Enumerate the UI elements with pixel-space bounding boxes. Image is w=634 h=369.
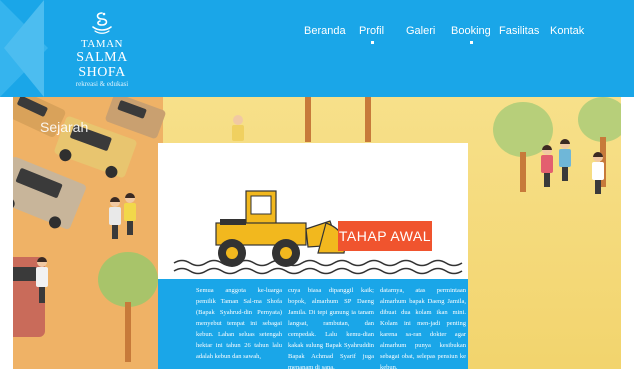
site-header: TAMAN SALMA SHOFA rekreasi & edukasi Ber… xyxy=(0,0,634,97)
section-title: Sejarah xyxy=(40,119,89,135)
swirl-logo-icon xyxy=(92,12,112,34)
history-card: TAHAP AWAL Semua anggota ke-luarga pemil… xyxy=(158,143,468,369)
tree-illustration xyxy=(348,97,388,147)
person-illustration xyxy=(591,152,605,197)
nav-item-beranda[interactable]: Beranda xyxy=(304,25,346,37)
nav-item-kontak[interactable]: Kontak xyxy=(550,25,584,37)
nav-item-fasilitas[interactable]: Fasilitas xyxy=(499,25,539,37)
text-column-1: Semua anggota ke-luarga pemilik Taman Sa… xyxy=(196,287,282,360)
person-illustration xyxy=(540,145,554,190)
tree-illustration xyxy=(98,252,158,362)
nav-label: Kontak xyxy=(550,25,585,37)
decorative-arrow-highlight xyxy=(4,0,44,97)
nav-item-galeri[interactable]: Galeri xyxy=(406,25,435,37)
person-illustration xyxy=(123,193,137,238)
person-illustration xyxy=(558,139,572,184)
brand-tagline: rekreasi & edukasi xyxy=(75,80,129,88)
nav-label: Profil xyxy=(359,25,385,37)
active-indicator xyxy=(469,41,473,44)
text-column-2: cuya biasa dipanggil kaik; bopok, almarh… xyxy=(288,287,374,369)
tree-illustration xyxy=(288,97,328,147)
person-illustration xyxy=(35,257,49,305)
nav-item-booking[interactable]: Booking xyxy=(451,25,491,44)
site-logo[interactable]: TAMAN SALMA SHOFA rekreasi & edukasi xyxy=(54,10,150,88)
brand-name: SALMA SHOFA xyxy=(76,50,128,80)
person-illustration xyxy=(108,197,122,242)
brand-line-1: TAMAN xyxy=(81,38,123,50)
text-column-3: datarnya, atas permintaan almarhum bapak… xyxy=(380,287,466,369)
hero-section: Sejarah TAHAP AWAL Semua anggota ke-luar… xyxy=(13,97,621,369)
nav-item-profil[interactable]: Profil xyxy=(359,25,385,44)
nav-label: Beranda xyxy=(304,25,346,37)
bulldozer-icon xyxy=(173,190,463,275)
nav-label: Galeri xyxy=(406,25,436,37)
nav-label: Fasilitas xyxy=(499,25,540,37)
active-indicator xyxy=(370,41,374,44)
nav-label: Booking xyxy=(451,25,491,37)
stage-badge: TAHAP AWAL xyxy=(338,221,432,251)
